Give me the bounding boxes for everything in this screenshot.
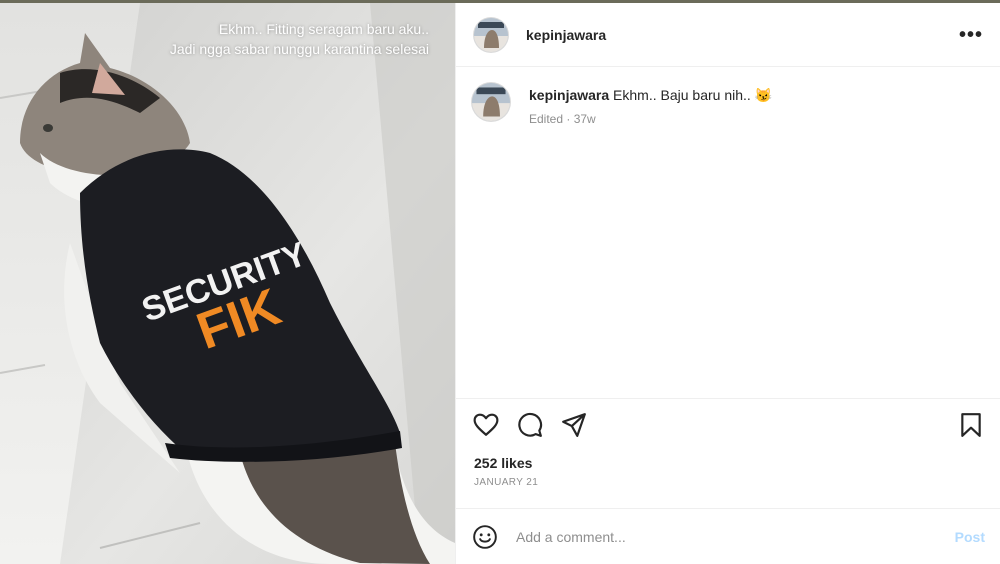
caption-avatar[interactable]: [472, 83, 510, 121]
smiley-icon[interactable]: [472, 524, 498, 550]
bookmark-icon: [961, 413, 981, 437]
post-comment-button[interactable]: Post: [955, 529, 985, 545]
overlay-line-2: Jadi ngga sabar nunggu karantina selesai: [169, 41, 429, 57]
post-header: kepinjawara •••: [456, 3, 1000, 67]
caption-username[interactable]: kepinjawara: [529, 87, 609, 103]
share-button[interactable]: [560, 411, 588, 439]
comment-button[interactable]: [516, 411, 544, 439]
post-date: JANUARY 21: [474, 477, 539, 488]
more-icon[interactable]: •••: [959, 25, 983, 45]
header-username[interactable]: kepinjawara: [526, 27, 606, 43]
save-button[interactable]: [957, 411, 985, 439]
caption-body: kepinjawara Ekhm.. Baju baru nih.. 😼 Edi…: [529, 83, 772, 126]
action-bar: [456, 399, 1000, 451]
post-details-panel: kepinjawara ••• kepinjawara Ekhm.. Baju …: [455, 3, 1000, 564]
image-overlay-caption: Ekhm.. Fitting seragam baru aku.. Jadi n…: [129, 19, 429, 59]
post-image[interactable]: SECURITY FIK Ekhm.. Fitting seragam baru…: [0, 3, 455, 564]
caption-meta: Edited · 37w: [529, 112, 596, 126]
likes-count[interactable]: 252 likes: [456, 451, 1000, 471]
like-button[interactable]: [472, 411, 500, 439]
comment-input[interactable]: [514, 527, 955, 546]
share-icon: [562, 413, 586, 437]
avatar-image: [472, 83, 510, 121]
caption-text: kepinjawara Ekhm.. Baju baru nih.. 😼: [529, 86, 772, 104]
heart-icon: [473, 413, 499, 436]
comment-bar: Post: [456, 508, 1000, 564]
avatar-image: [474, 17, 508, 52]
avatar[interactable]: [474, 17, 508, 52]
caption-row: kepinjawara Ekhm.. Baju baru nih.. 😼 Edi…: [472, 83, 983, 126]
caption-content: Ekhm.. Baju baru nih.. 😼: [613, 87, 773, 103]
caption-section: kepinjawara Ekhm.. Baju baru nih.. 😼 Edi…: [456, 67, 1000, 399]
comment-icon: [518, 412, 543, 437]
cat-photo: SECURITY FIK: [0, 3, 455, 564]
overlay-line-1: Ekhm.. Fitting seragam baru aku..: [218, 21, 429, 37]
